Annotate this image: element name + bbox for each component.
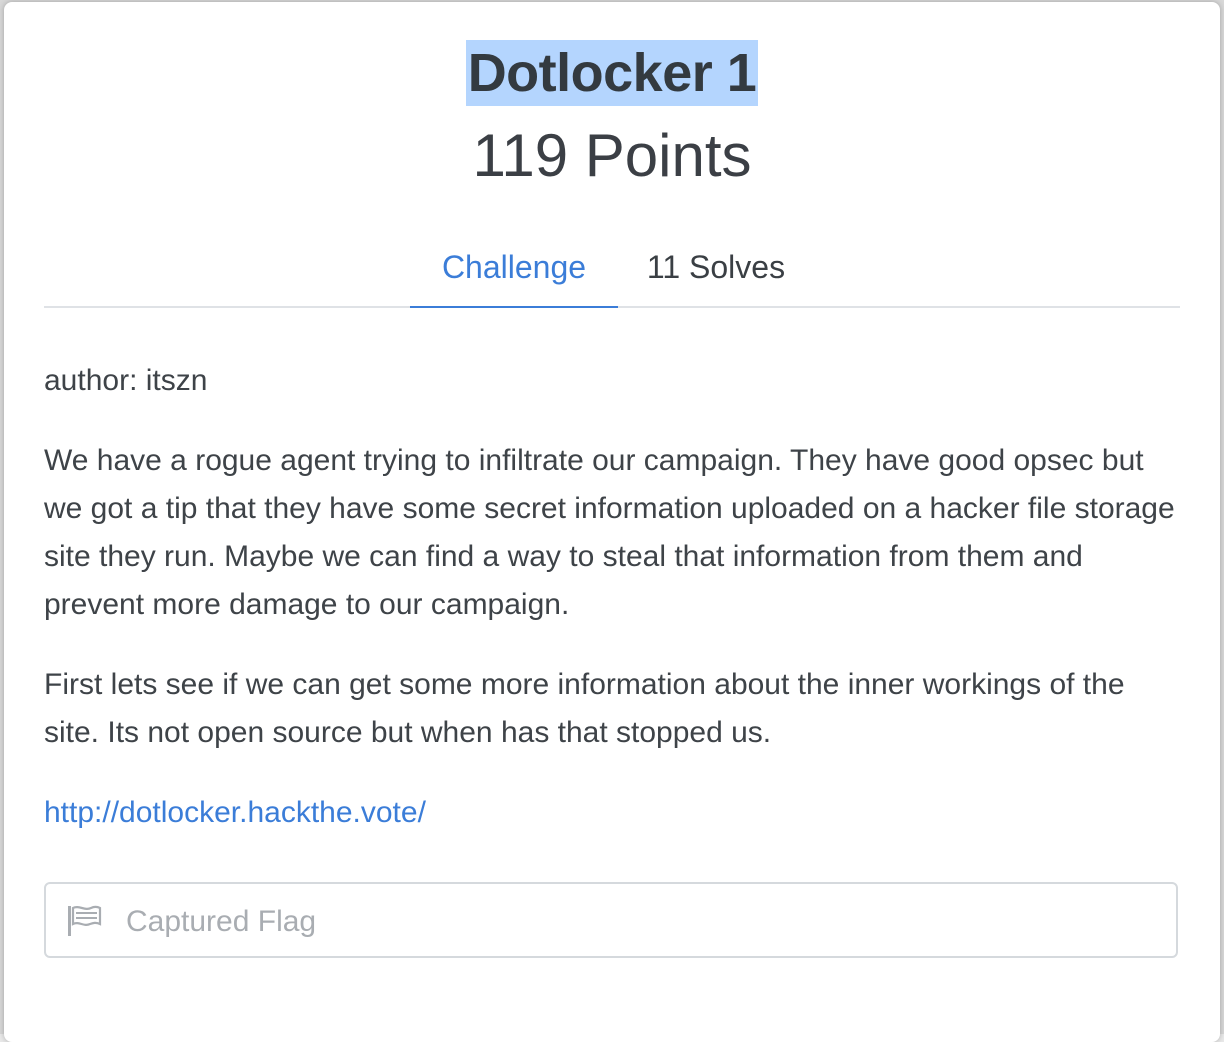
tab-bar: Challenge 11 Solves xyxy=(44,238,1180,308)
title-container: Dotlocker 1 xyxy=(4,40,1220,106)
challenge-description-2: First lets see if we can get some more i… xyxy=(44,668,1125,749)
challenge-link[interactable]: http://dotlocker.hackthe.vote/ xyxy=(44,789,426,837)
flag-icon xyxy=(68,905,102,936)
flag-input-placeholder: Captured Flag xyxy=(126,905,317,938)
tab-challenge[interactable]: Challenge xyxy=(410,238,618,308)
challenge-modal: Dotlocker 1 119 Points Challenge 11 Solv… xyxy=(4,2,1220,1042)
challenge-description: We have a rogue agent trying to infiltra… xyxy=(44,444,1175,621)
flag-input[interactable]: Captured Flag xyxy=(44,882,1178,958)
challenge-points: 119 Points xyxy=(472,122,752,189)
tab-solves[interactable]: 11 Solves xyxy=(634,238,798,306)
challenge-author: author: itszn xyxy=(44,364,208,397)
challenge-title: Dotlocker 1 xyxy=(465,40,759,106)
